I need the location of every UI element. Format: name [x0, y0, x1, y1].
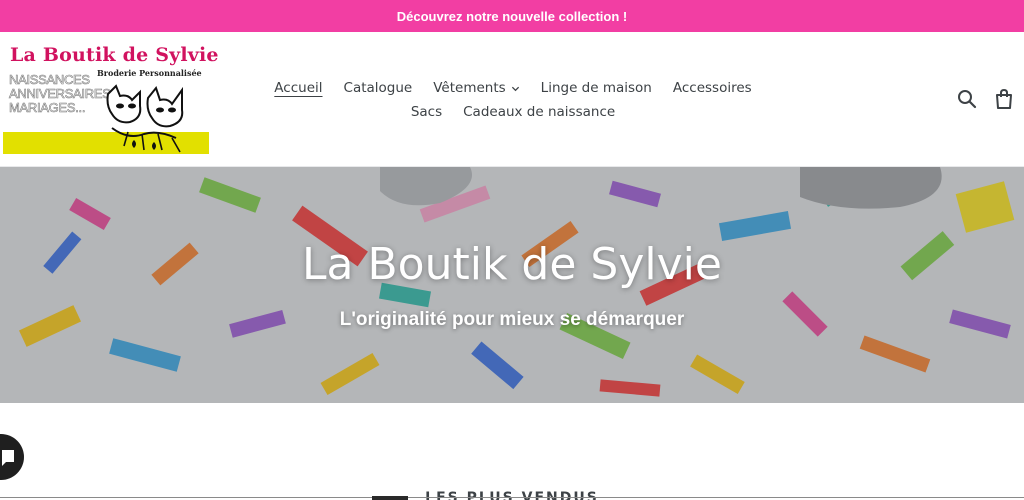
site-logo[interactable]: La Boutik de Sylvie Broderie Personnalis…	[2, 44, 219, 156]
cart-icon	[996, 88, 1012, 109]
nav-item-sacs[interactable]: Sacs	[411, 104, 442, 120]
nav-item-cadeaux-de-naissance[interactable]: Cadeaux de naissance	[463, 104, 615, 120]
logo-title: La Boutik de Sylvie	[10, 44, 219, 66]
search-button[interactable]	[957, 88, 977, 110]
divider-accent	[372, 496, 408, 500]
cart-button[interactable]	[994, 88, 1014, 110]
hero-subtitle: L'originalité pour mieux se démarquer	[339, 309, 685, 330]
nav-item-vetements-label: Vêtements	[433, 80, 506, 96]
nav-item-vetements[interactable]: Vêtements	[433, 80, 519, 96]
chat-widget-button[interactable]	[0, 434, 24, 480]
nav-item-linge-de-maison[interactable]: Linge de maison	[541, 80, 652, 96]
header-icons	[957, 88, 1014, 110]
search-icon	[958, 90, 977, 109]
nav-item-catalogue[interactable]: Catalogue	[344, 80, 413, 96]
nav-row-2: Sacs Cadeaux de naissance	[240, 100, 786, 124]
site-header: La Boutik de Sylvie Broderie Personnalis…	[0, 32, 1024, 167]
nav-item-accessoires[interactable]: Accessoires	[673, 80, 752, 96]
logo-cats-illustration	[106, 84, 184, 153]
main-navigation: Accueil Catalogue Vêtements Linge de mai…	[240, 76, 786, 124]
nav-row-1: Accueil Catalogue Vêtements Linge de mai…	[240, 76, 786, 100]
divider	[0, 497, 1024, 498]
nav-item-accueil[interactable]: Accueil	[274, 80, 322, 96]
announcement-bar[interactable]: Découvrez notre nouvelle collection !	[0, 0, 1024, 32]
chat-icon	[2, 450, 14, 466]
announcement-text[interactable]: Découvrez notre nouvelle collection !	[397, 9, 627, 24]
section-title-best-sellers: LES PLUS VENDUS	[425, 490, 599, 500]
chevron-down-icon	[511, 86, 519, 91]
hero-title: La Boutik de Sylvie	[302, 239, 722, 290]
hero-banner[interactable]: La Boutik de Sylvie L'originalité pour m…	[0, 167, 1024, 403]
